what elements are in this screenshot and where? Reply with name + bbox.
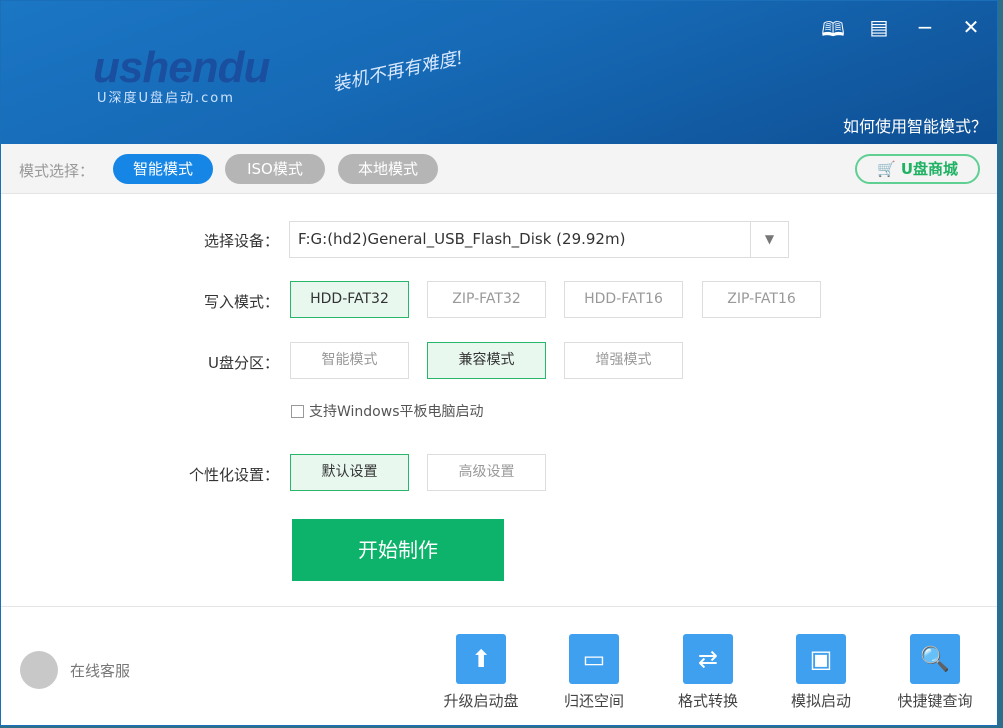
book-icon[interactable]: 🕮 <box>821 15 845 49</box>
custom-advanced[interactable]: 高级设置 <box>427 454 546 491</box>
custom-label: 个性化设置： <box>188 466 279 484</box>
shop-label: U盘商城 <box>900 160 959 178</box>
shop-button[interactable]: 🛒 U盘商城 <box>855 154 980 184</box>
custom-default[interactable]: 默认设置 <box>290 454 409 491</box>
mode-bar: 模式选择： 智能模式 ISO模式 本地模式 🛒 U盘商城 <box>1 144 997 194</box>
checkbox-icon[interactable] <box>291 404 304 418</box>
service-avatar-icon <box>20 651 58 689</box>
cart-icon: 🛒 <box>876 160 896 178</box>
close-icon[interactable]: ✕ <box>959 15 983 49</box>
usb-upload-icon: ⬆ <box>456 634 506 684</box>
tool-label: 升级启动盘 <box>443 692 519 710</box>
ushendu-logo: ushendu U深度U盘启动.com <box>21 39 301 109</box>
write-mode-label: 写入模式： <box>203 293 279 311</box>
online-service[interactable]: 在线客服 <box>20 651 130 689</box>
tool-hotkey-lookup[interactable]: 🔍 快捷键查询 <box>885 634 985 711</box>
partition-smart[interactable]: 智能模式 <box>290 342 409 379</box>
tool-label: 归还空间 <box>563 692 624 710</box>
tool-simulate-boot[interactable]: ▣ 模拟启动 <box>771 634 871 711</box>
write-hdd-fat16[interactable]: HDD-FAT16 <box>564 281 683 318</box>
chevron-down-icon[interactable]: ▼ <box>750 222 788 257</box>
start-button[interactable]: 开始制作 <box>292 519 504 581</box>
convert-icon: ⇄ <box>683 634 733 684</box>
write-hdd-fat32[interactable]: HDD-FAT32 <box>290 281 409 318</box>
app-window: ushendu U深度U盘启动.com 装机不再有难度! 🕮 ▤ − ✕ 如何使… <box>0 0 998 726</box>
tablet-checkbox[interactable]: 支持Windows平板电脑启动 <box>291 401 484 421</box>
partition-compatible[interactable]: 兼容模式 <box>427 342 546 379</box>
mode-smart-button[interactable]: 智能模式 <box>113 154 213 184</box>
device-value: F:G:(hd2)General_USB_Flash_Disk (29.92m) <box>298 230 626 248</box>
mode-iso-button[interactable]: ISO模式 <box>225 154 325 184</box>
tool-label: 快捷键查询 <box>897 692 973 710</box>
tool-label: 格式转换 <box>677 692 738 710</box>
tool-label: 模拟启动 <box>790 692 851 710</box>
partition-label: U盘分区： <box>208 354 279 372</box>
tool-format-convert[interactable]: ⇄ 格式转换 <box>658 634 758 711</box>
message-icon[interactable]: ▤ <box>867 15 891 49</box>
tablet-checkbox-label: 支持Windows平板电脑启动 <box>309 404 484 420</box>
tool-upgrade[interactable]: ⬆ 升级启动盘 <box>431 634 531 711</box>
logo-text: ushendu <box>93 43 270 92</box>
device-select[interactable]: F:G:(hd2)General_USB_Flash_Disk (29.92m)… <box>289 221 789 258</box>
device-label: 选择设备： <box>203 232 279 250</box>
logo-subtitle: U深度U盘启动.com <box>97 91 235 106</box>
mode-local-button[interactable]: 本地模式 <box>338 154 438 184</box>
write-zip-fat16[interactable]: ZIP-FAT16 <box>702 281 821 318</box>
tool-restore-space[interactable]: ▭ 归还空间 <box>544 634 644 711</box>
help-link[interactable]: 如何使用智能模式？ <box>843 113 987 137</box>
slogan: 装机不再有难度! <box>330 47 466 96</box>
service-label: 在线客服 <box>70 661 131 680</box>
partition-enhanced[interactable]: 增强模式 <box>564 342 683 379</box>
header-banner: ushendu U深度U盘启动.com 装机不再有难度! 🕮 ▤ − ✕ 如何使… <box>1 1 997 144</box>
footer-divider <box>1 606 997 607</box>
write-zip-fat32[interactable]: ZIP-FAT32 <box>427 281 546 318</box>
monitor-icon: ▣ <box>796 634 846 684</box>
mode-label: 模式选择： <box>19 162 95 180</box>
drive-icon: ▭ <box>569 634 619 684</box>
search-icon: 🔍 <box>910 634 960 684</box>
minimize-icon[interactable]: − <box>913 15 937 49</box>
